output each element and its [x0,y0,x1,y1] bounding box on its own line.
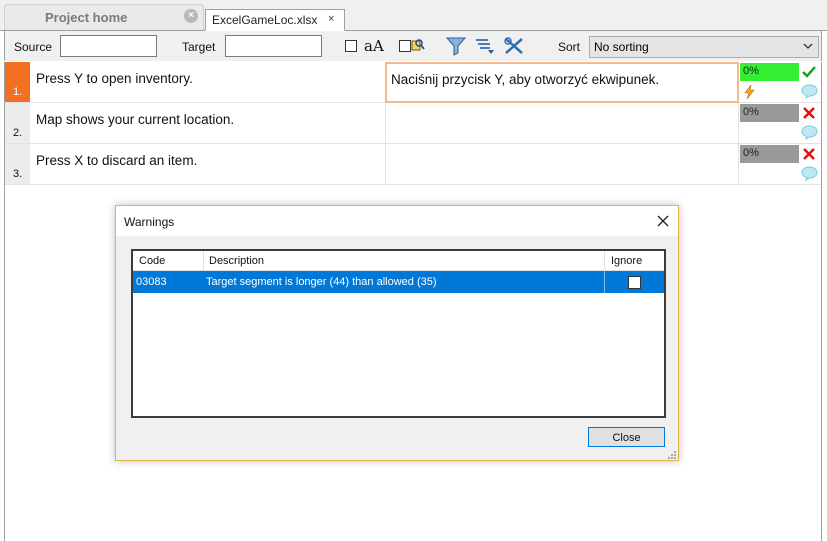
column-header-code[interactable]: Code [133,251,203,271]
row-number: 3. [5,144,30,184]
target-label: Target [182,40,216,54]
source-filter-input[interactable] [60,35,157,57]
segment-row[interactable]: 1. Press Y to open inventory. Naciśnij p… [5,62,821,103]
clear-filter-icon[interactable] [503,36,525,56]
source-text: Press X to discard an item. [36,153,198,168]
ignore-checkbox[interactable] [628,276,641,289]
row-number: 2. [5,103,30,143]
target-text[interactable]: Naciśnij przycisk Y, aby otworzyć ekwipu… [391,72,659,87]
comment-bubble-icon[interactable] [801,125,818,140]
tab-strip: Project home × ExcelGameLoc.xlsx × [0,0,827,31]
warnings-list[interactable]: Code Description Ignore 03083 Target seg… [131,249,666,418]
filter-toolbar: Source Target aA Sort No sorting [4,31,822,61]
segment-row[interactable]: 3. Press X to discard an item. 0% [5,144,821,185]
error-x-icon[interactable] [802,106,816,120]
advanced-filter-icon[interactable] [474,36,496,56]
match-progress: 0% [740,104,799,122]
target-cell[interactable] [385,144,739,184]
column-divider [604,271,605,293]
match-case-label: aA [364,37,384,55]
sort-label: Sort [558,40,581,54]
source-text: Press Y to open inventory. [36,71,193,86]
dialog-titlebar[interactable]: Warnings [116,206,678,236]
segment-row[interactable]: 2. Map shows your current location. 0% [5,103,821,144]
close-icon[interactable] [654,212,672,230]
match-case-checkbox[interactable] [345,40,357,52]
target-cell[interactable] [385,103,739,143]
match-progress-label: 0% [743,65,759,77]
chevron-down-icon [803,43,813,49]
comment-bubble-icon[interactable] [801,166,818,181]
resize-grip-icon[interactable] [666,449,677,460]
comment-bubble-icon[interactable] [801,84,818,99]
tab-project-home[interactable]: Project home × [4,4,204,31]
target-cell[interactable]: Naciśnij przycisk Y, aby otworzyć ekwipu… [385,62,739,103]
search-options-icon[interactable] [409,36,425,56]
close-button[interactable]: Close [588,427,665,447]
row-number: 1. [5,62,30,102]
filter-funnel-icon[interactable] [445,36,467,56]
column-header-description[interactable]: Description [203,251,603,271]
lightning-icon[interactable] [742,84,756,100]
tab-excel-file-close-icon[interactable]: × [328,13,334,25]
tab-excel-file[interactable]: ExcelGameLoc.xlsx × [205,9,345,31]
source-text: Map shows your current location. [36,112,235,127]
warning-code: 03083 [136,276,167,288]
match-progress: 0% [740,145,799,163]
column-header-ignore[interactable]: Ignore [605,251,664,271]
match-progress: 0% [740,63,799,81]
warning-description: Target segment is longer (44) than allow… [206,276,437,288]
match-progress-label: 0% [743,106,759,118]
tab-excel-file-label: ExcelGameLoc.xlsx [212,13,318,27]
warnings-dialog: Warnings Code Description Ignore 03083 T… [115,205,679,461]
dialog-title: Warnings [124,215,175,229]
tab-project-home-close-icon[interactable]: × [184,9,198,23]
source-label: Source [14,40,53,54]
match-progress-label: 0% [743,147,759,159]
warning-row[interactable]: 03083 Target segment is longer (44) than… [133,271,664,293]
target-filter-input[interactable] [225,35,322,57]
error-x-icon[interactable] [802,147,816,161]
sort-dropdown-value: No sorting [594,40,649,54]
sort-dropdown[interactable]: No sorting [589,36,819,58]
warnings-list-header: Code Description Ignore [133,251,664,271]
checkmark-icon[interactable] [802,65,816,79]
tab-project-home-label: Project home [45,10,128,25]
